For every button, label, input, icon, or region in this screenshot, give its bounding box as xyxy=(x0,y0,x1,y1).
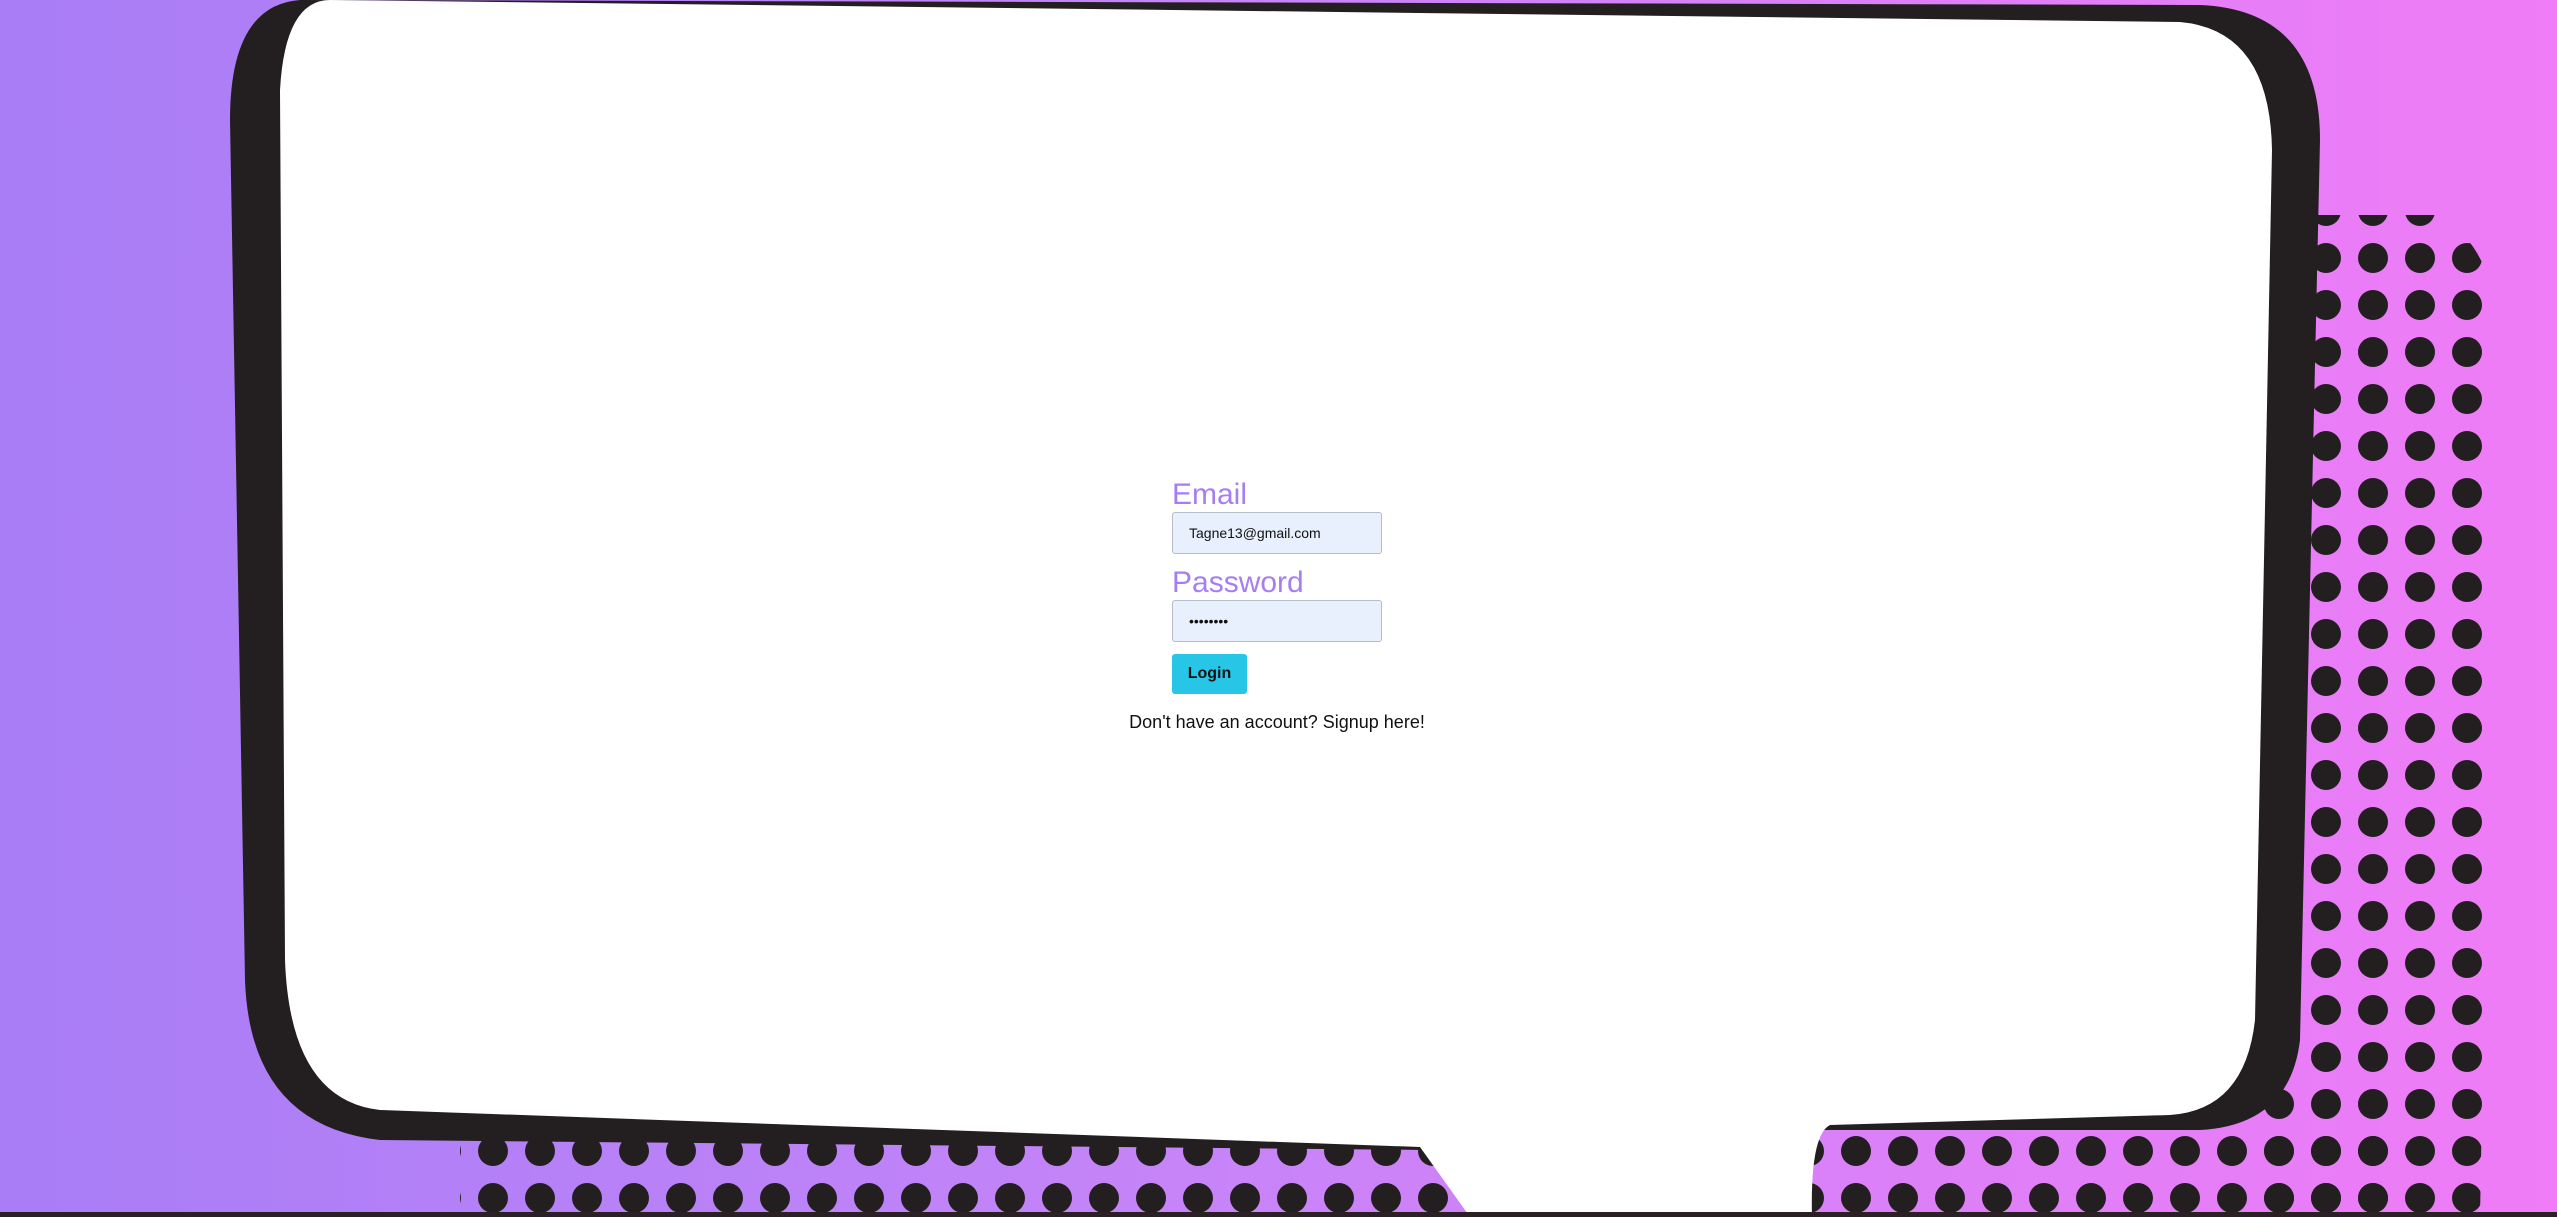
email-label: Email xyxy=(1172,478,1248,511)
bottom-edge xyxy=(0,1212,2557,1217)
login-form: Email Password Login xyxy=(1172,478,1392,694)
login-button[interactable]: Login xyxy=(1172,654,1247,694)
email-field[interactable] xyxy=(1172,512,1382,554)
signup-prompt-text: Don't have an account? xyxy=(1129,712,1323,732)
signup-link[interactable]: Signup here! xyxy=(1323,712,1425,732)
password-label: Password xyxy=(1172,566,1304,599)
signup-prompt: Don't have an account? Signup here! xyxy=(1072,712,1482,733)
password-field[interactable] xyxy=(1172,600,1382,642)
